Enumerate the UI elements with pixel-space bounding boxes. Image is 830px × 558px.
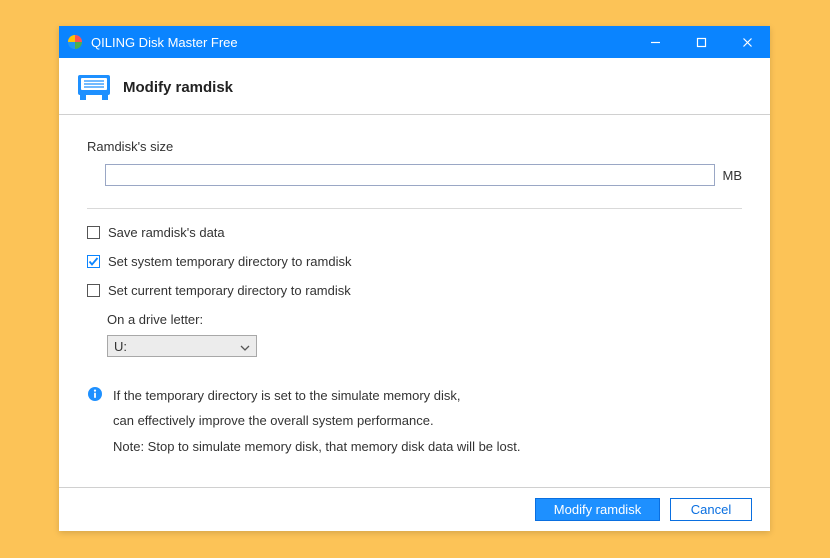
app-icon [67,34,83,50]
body-separator [87,208,742,209]
close-button[interactable] [724,26,770,58]
drive-letter-label: On a drive letter: [107,312,742,327]
app-window: QILING Disk Master Free [59,26,770,531]
info-line-1: If the temporary directory is set to the… [113,383,521,408]
size-unit: MB [723,168,743,183]
checkbox-label: Set system temporary directory to ramdis… [108,254,351,269]
checkbox-current-temp[interactable]: Set current temporary directory to ramdi… [87,283,742,298]
chevron-down-icon [240,341,250,351]
info-line-3: Note: Stop to simulate memory disk, that… [113,434,521,459]
ramdisk-icon [77,72,111,102]
cancel-button[interactable]: Cancel [670,498,752,521]
drive-letter-value: U: [114,339,127,354]
maximize-button[interactable] [678,26,724,58]
minimize-button[interactable] [632,26,678,58]
size-label: Ramdisk's size [87,139,742,154]
checkbox-label: Set current temporary directory to ramdi… [108,283,351,298]
drive-letter-block: On a drive letter: U: [107,312,742,357]
button-label: Cancel [691,502,731,517]
size-row: MB [87,164,742,186]
info-block: If the temporary directory is set to the… [87,383,742,459]
checkbox-icon [87,226,100,239]
checkbox-save-data[interactable]: Save ramdisk's data [87,225,742,240]
checkbox-label: Save ramdisk's data [108,225,225,240]
dialog-header: Modify ramdisk [59,58,770,114]
dialog-footer: Modify ramdisk Cancel [59,487,770,531]
titlebar: QILING Disk Master Free [59,26,770,58]
window-controls [632,26,770,58]
info-line-2: can effectively improve the overall syst… [113,408,521,433]
dialog-body: Ramdisk's size MB Save ramdisk's data Se… [59,115,770,487]
checkbox-system-temp[interactable]: Set system temporary directory to ramdis… [87,254,742,269]
button-label: Modify ramdisk [554,502,641,517]
drive-letter-select[interactable]: U: [107,335,257,357]
checkbox-icon [87,255,100,268]
window-title: QILING Disk Master Free [91,35,238,50]
checkbox-icon [87,284,100,297]
info-text: If the temporary directory is set to the… [113,383,521,459]
modify-ramdisk-button[interactable]: Modify ramdisk [535,498,660,521]
info-icon [87,385,103,401]
ramdisk-size-input[interactable] [105,164,715,186]
dialog-title: Modify ramdisk [123,79,233,96]
